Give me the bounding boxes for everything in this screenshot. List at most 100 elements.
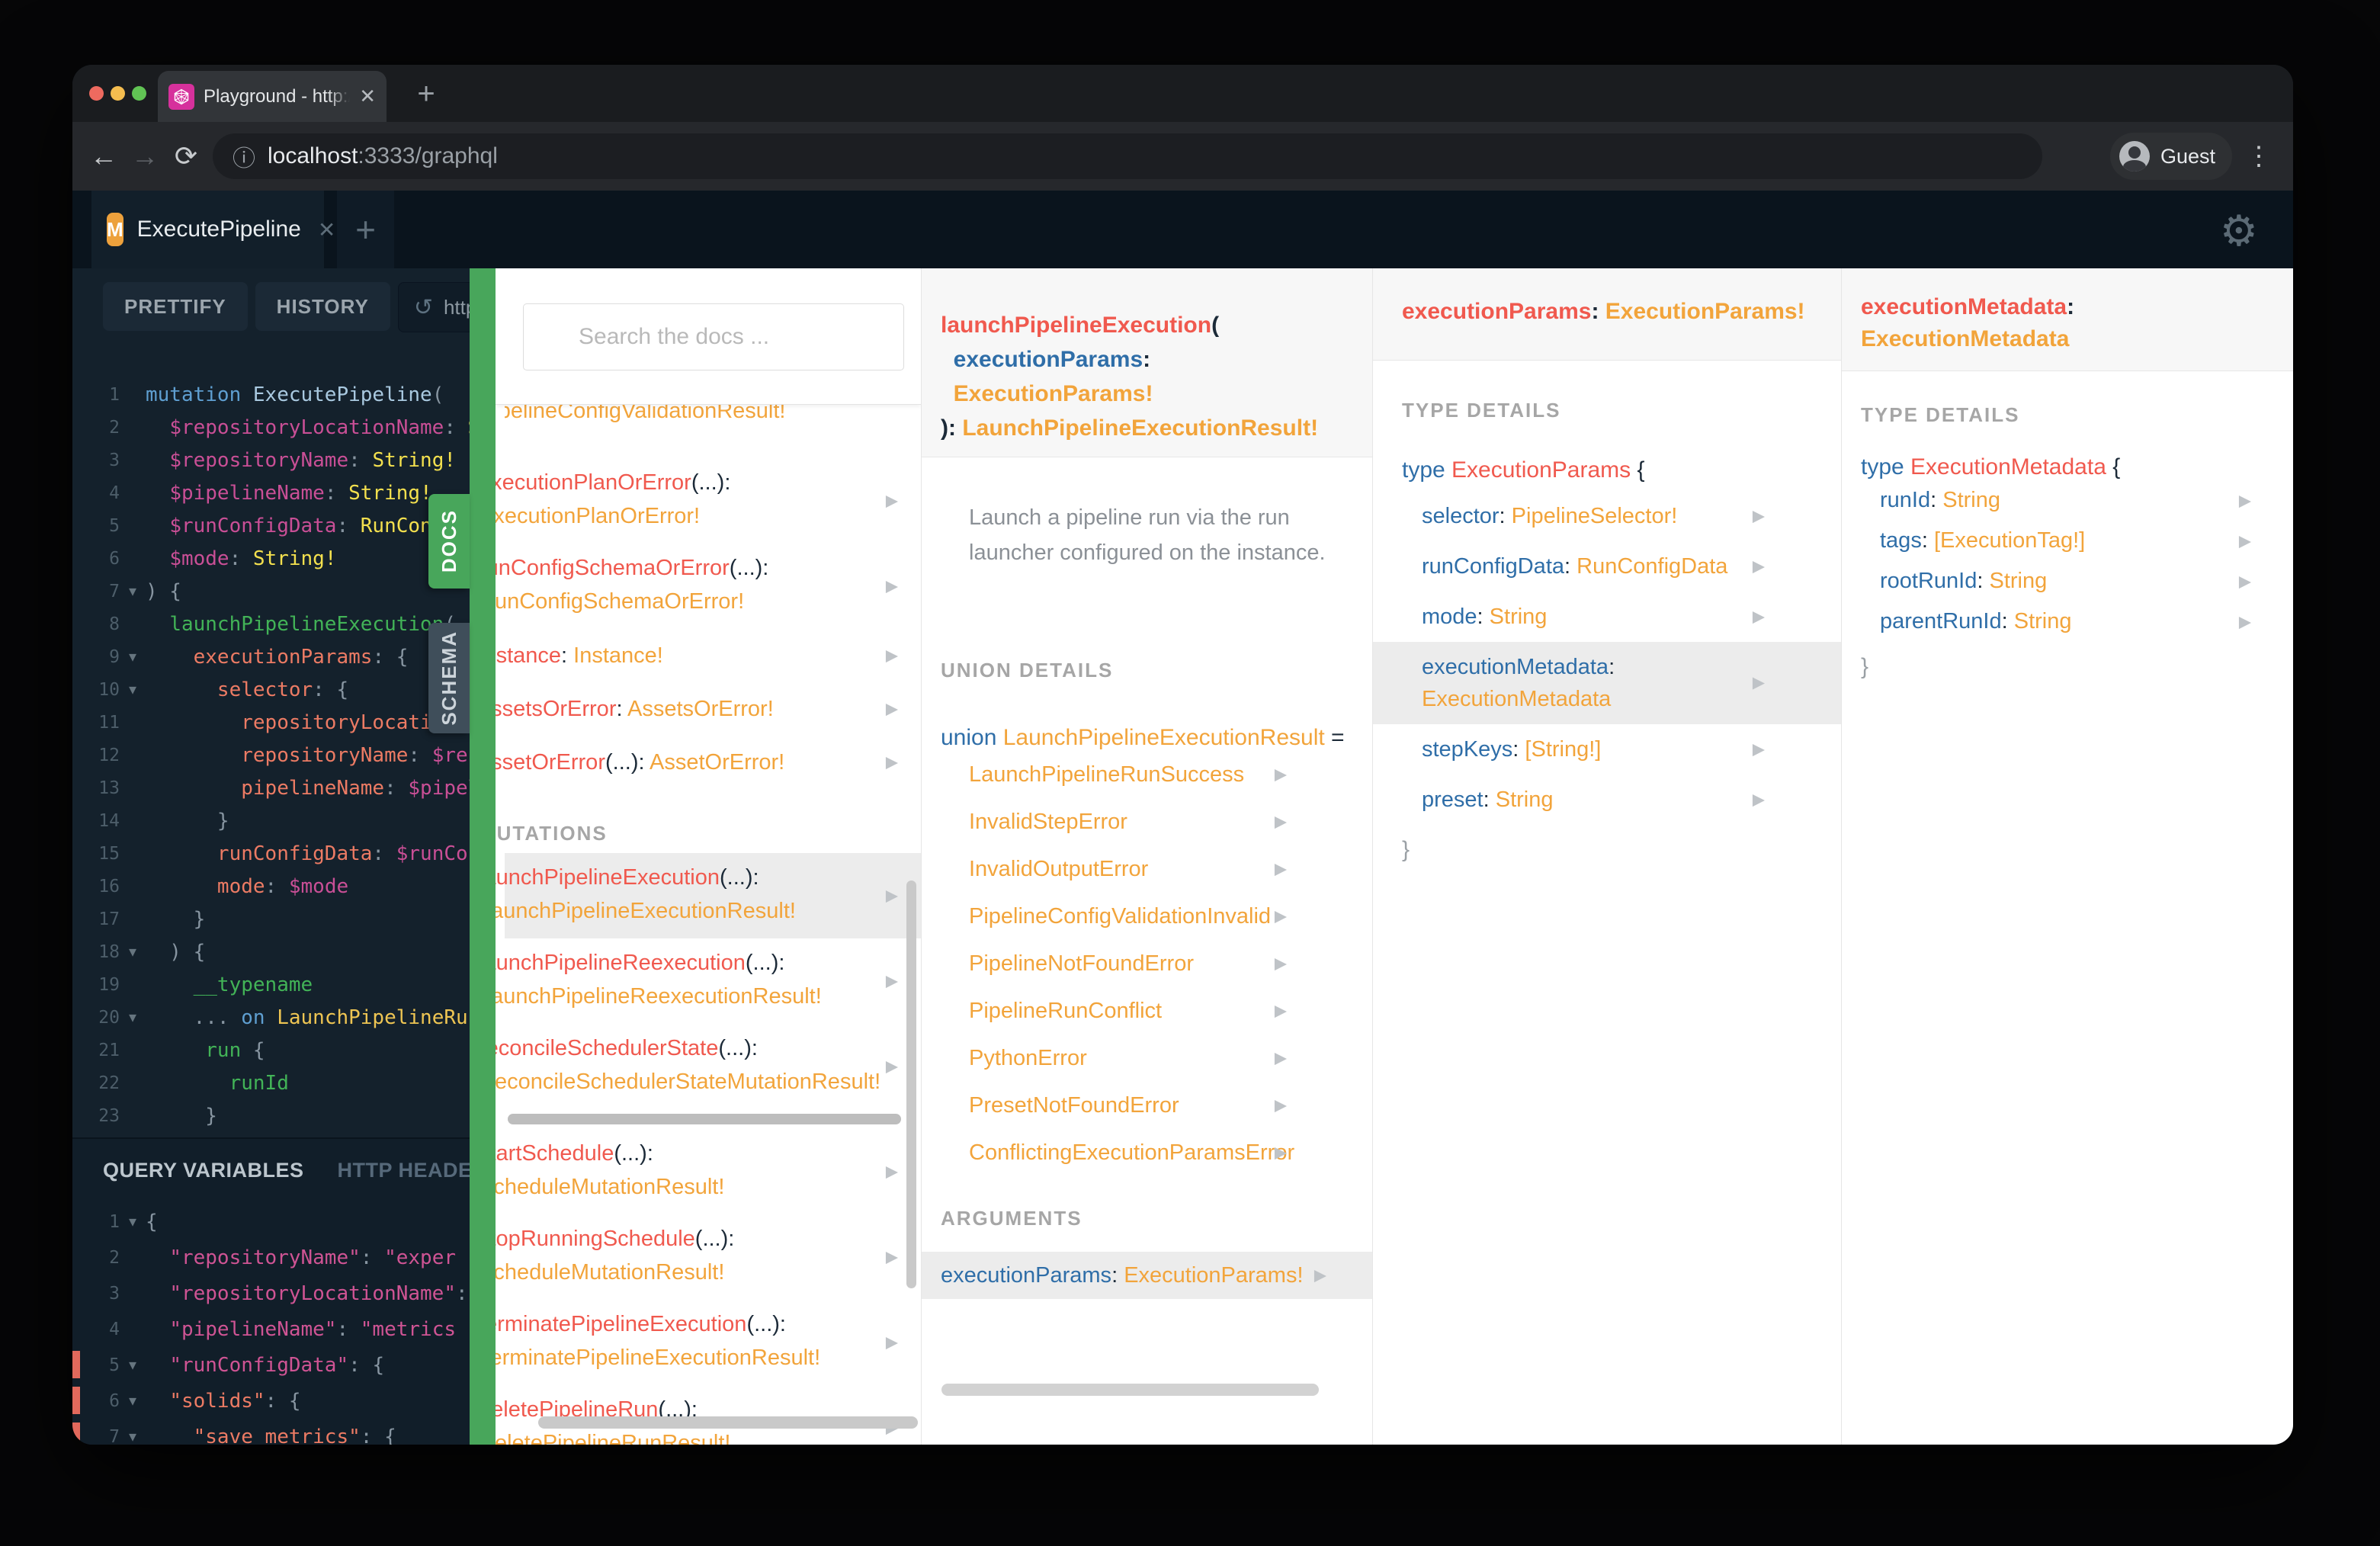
union-member-row[interactable]: InvalidStepError ▶: [922, 798, 1372, 845]
variables-code-area[interactable]: 1 ▾{2 "repositoryName": "exper 3 "reposito…: [72, 1182, 470, 1445]
expand-arrow-icon[interactable]: ▶: [1753, 667, 1765, 699]
doc-list-item[interactable]: instance: Instance!▶: [496, 629, 921, 682]
fold-arrow-icon[interactable]: ▾: [120, 647, 146, 666]
doc-list-item[interactable]: terminatePipelineExecution(...): Terminat…: [496, 1300, 921, 1385]
close-window-button[interactable]: [89, 86, 104, 101]
history-button[interactable]: HISTORY: [255, 282, 390, 331]
fold-arrow-icon[interactable]: ▾: [120, 582, 146, 601]
type-field-row[interactable]: stepKeys: [String!] ▶: [1373, 724, 1841, 775]
doc-list-item[interactable]: assetOrError(...): AssetOrError!▶: [496, 736, 921, 789]
doc-list-item[interactable]: reconcileSchedulerState(...): ReconcileSc…: [496, 1024, 921, 1109]
profile-button[interactable]: Guest: [2110, 133, 2232, 180]
tab-close-icon[interactable]: ✕: [359, 85, 376, 108]
settings-gear-icon[interactable]: ⚙: [2220, 206, 2258, 256]
doc-list-item-partial[interactable]: PipelineConfigValidationResult!: [505, 405, 921, 435]
doc-list-item[interactable]: startSchedule(...):ScheduleMutationResul…: [496, 1129, 921, 1214]
union-member-row[interactable]: PipelineConfigValidationInvalid ▶: [922, 893, 1372, 940]
back-icon[interactable]: ←: [83, 140, 124, 172]
doc-list-item[interactable]: stopRunningSchedule(...): ScheduleMutatio…: [496, 1214, 921, 1300]
expand-arrow-icon[interactable]: ▶: [886, 1333, 898, 1352]
endpoint-field[interactable]: ↺ http://loc: [397, 282, 470, 332]
expand-arrow-icon[interactable]: ▶: [886, 700, 898, 719]
expand-arrow-icon[interactable]: ▶: [2239, 491, 2251, 510]
docs-divider-handle[interactable]: [470, 268, 496, 1445]
docs-horizontal-scrollbar[interactable]: [941, 1384, 1319, 1396]
expand-arrow-icon[interactable]: ▶: [1753, 507, 1765, 526]
union-member-row[interactable]: PythonError ▶: [922, 1034, 1372, 1082]
address-bar[interactable]: ⓘ localhost:3333/graphql: [213, 133, 2042, 179]
docs-search-input[interactable]: [523, 303, 904, 370]
expand-arrow-icon[interactable]: ▶: [1275, 1096, 1287, 1115]
expand-arrow-icon[interactable]: ▶: [1275, 860, 1287, 879]
fold-arrow-icon[interactable]: ▾: [120, 1427, 146, 1445]
fold-arrow-icon[interactable]: ▾: [120, 1355, 146, 1374]
tab-query-variables[interactable]: QUERY VARIABLES: [103, 1159, 304, 1182]
doc-list-item[interactable]: executionPlanOrError(...): ExecutionPlanO…: [496, 458, 921, 544]
expand-arrow-icon[interactable]: ▶: [1753, 608, 1765, 627]
expand-arrow-icon[interactable]: ▶: [1275, 954, 1287, 973]
expand-arrow-icon[interactable]: ▶: [1275, 813, 1287, 832]
query-code-area[interactable]: 1 mutation ExecutePipeline(2 $repositoryL…: [72, 345, 470, 1132]
browser-new-tab-button[interactable]: +: [408, 75, 444, 112]
fold-arrow-icon[interactable]: ▾: [120, 680, 146, 699]
type-field-row[interactable]: runId: String ▶: [1842, 480, 2293, 521]
type-field-row[interactable]: mode: String ▶: [1373, 592, 1841, 642]
fold-arrow-icon[interactable]: ▾: [120, 1391, 146, 1410]
expand-arrow-icon[interactable]: ▶: [886, 1057, 898, 1076]
expand-arrow-icon[interactable]: ▶: [2239, 612, 2251, 631]
expand-arrow-icon[interactable]: ▶: [1275, 907, 1287, 926]
expand-arrow-icon[interactable]: ▶: [1753, 740, 1765, 759]
union-member-row[interactable]: InvalidOutputError ▶: [922, 845, 1372, 893]
expand-arrow-icon[interactable]: ▶: [886, 492, 898, 511]
type-field-row[interactable]: preset: String ▶: [1373, 775, 1841, 825]
doc-list-item[interactable]: assetsOrError: AssetsOrError!▶: [496, 682, 921, 736]
type-field-row[interactable]: rootRunId: String ▶: [1842, 561, 2293, 601]
type-field-row-selected[interactable]: executionMetadata: ExecutionMetadata ▶: [1373, 642, 1841, 724]
union-member-row[interactable]: PresetNotFoundError ▶: [922, 1082, 1372, 1129]
doc-list-item-selected[interactable]: launchPipelineExecution(...): LaunchPipel…: [496, 853, 921, 938]
docs-horizontal-scrollbar[interactable]: [505, 1109, 921, 1129]
expand-arrow-icon[interactable]: ▶: [1275, 1143, 1287, 1163]
tab-http-headers[interactable]: HTTP HEADERS: [338, 1159, 470, 1182]
fold-arrow-icon[interactable]: ▾: [120, 942, 146, 961]
expand-arrow-icon[interactable]: ▶: [1314, 1266, 1326, 1285]
docs-horizontal-scrollbar[interactable]: [538, 1416, 918, 1429]
prettify-button[interactable]: PRETTIFY: [103, 282, 248, 331]
union-member-row[interactable]: PipelineRunConflict ▶: [922, 987, 1372, 1034]
docs-vertical-scrollbar[interactable]: [906, 880, 916, 1288]
expand-arrow-icon[interactable]: ▶: [886, 577, 898, 596]
expand-arrow-icon[interactable]: ▶: [1275, 765, 1287, 784]
fold-arrow-icon[interactable]: ▾: [120, 1212, 146, 1231]
union-member-row[interactable]: LaunchPipelineRunSuccess ▶: [922, 751, 1372, 798]
zoom-window-button[interactable]: [132, 86, 146, 101]
docs-tab[interactable]: DOCS: [428, 494, 470, 589]
forward-icon[interactable]: →: [124, 140, 165, 172]
type-field-row[interactable]: tags: [ExecutionTag!] ▶: [1842, 521, 2293, 561]
reload-icon[interactable]: ⟳: [165, 140, 207, 172]
type-field-row[interactable]: selector: PipelineSelector! ▶: [1373, 491, 1841, 541]
browser-menu-icon[interactable]: ⋮: [2246, 141, 2272, 172]
playground-tab[interactable]: M ExecutePipeline ✕: [91, 191, 335, 268]
expand-arrow-icon[interactable]: ▶: [2239, 572, 2251, 591]
doc-list-item[interactable]: launchPipelineReexecution(...): LaunchPip…: [496, 938, 921, 1024]
union-member-row[interactable]: PipelineNotFoundError ▶: [922, 940, 1372, 987]
expand-arrow-icon[interactable]: ▶: [886, 753, 898, 772]
fold-arrow-icon[interactable]: ▾: [120, 1008, 146, 1027]
playground-tab-close-icon[interactable]: ✕: [318, 217, 335, 242]
expand-arrow-icon[interactable]: ▶: [886, 1248, 898, 1267]
type-field-row[interactable]: parentRunId: String ▶: [1842, 601, 2293, 642]
expand-arrow-icon[interactable]: ▶: [886, 646, 898, 666]
expand-arrow-icon[interactable]: ▶: [886, 972, 898, 991]
expand-arrow-icon[interactable]: ▶: [2239, 531, 2251, 550]
doc-list-item[interactable]: deletePipelineRun(...): DeletePipelineRun…: [496, 1385, 921, 1445]
expand-arrow-icon[interactable]: ▶: [886, 1163, 898, 1182]
expand-arrow-icon[interactable]: ▶: [886, 887, 898, 906]
type-field-row[interactable]: runConfigData: RunConfigData ▶: [1373, 541, 1841, 592]
doc-list-item[interactable]: runConfigSchemaOrError(...): RunConfigSch…: [496, 544, 921, 629]
argument-row-selected[interactable]: executionParams: ExecutionParams! ▶: [922, 1252, 1372, 1299]
expand-arrow-icon[interactable]: ▶: [1753, 557, 1765, 576]
page-info-icon[interactable]: ⓘ: [233, 140, 255, 173]
union-member-row[interactable]: ConflictingExecutionParamsError ▶: [922, 1129, 1372, 1176]
endpoint-reload-icon[interactable]: ↺: [414, 294, 433, 321]
query-editor-pane[interactable]: PRETTIFY HISTORY ↺ http://loc 1mutation …: [72, 268, 470, 1445]
